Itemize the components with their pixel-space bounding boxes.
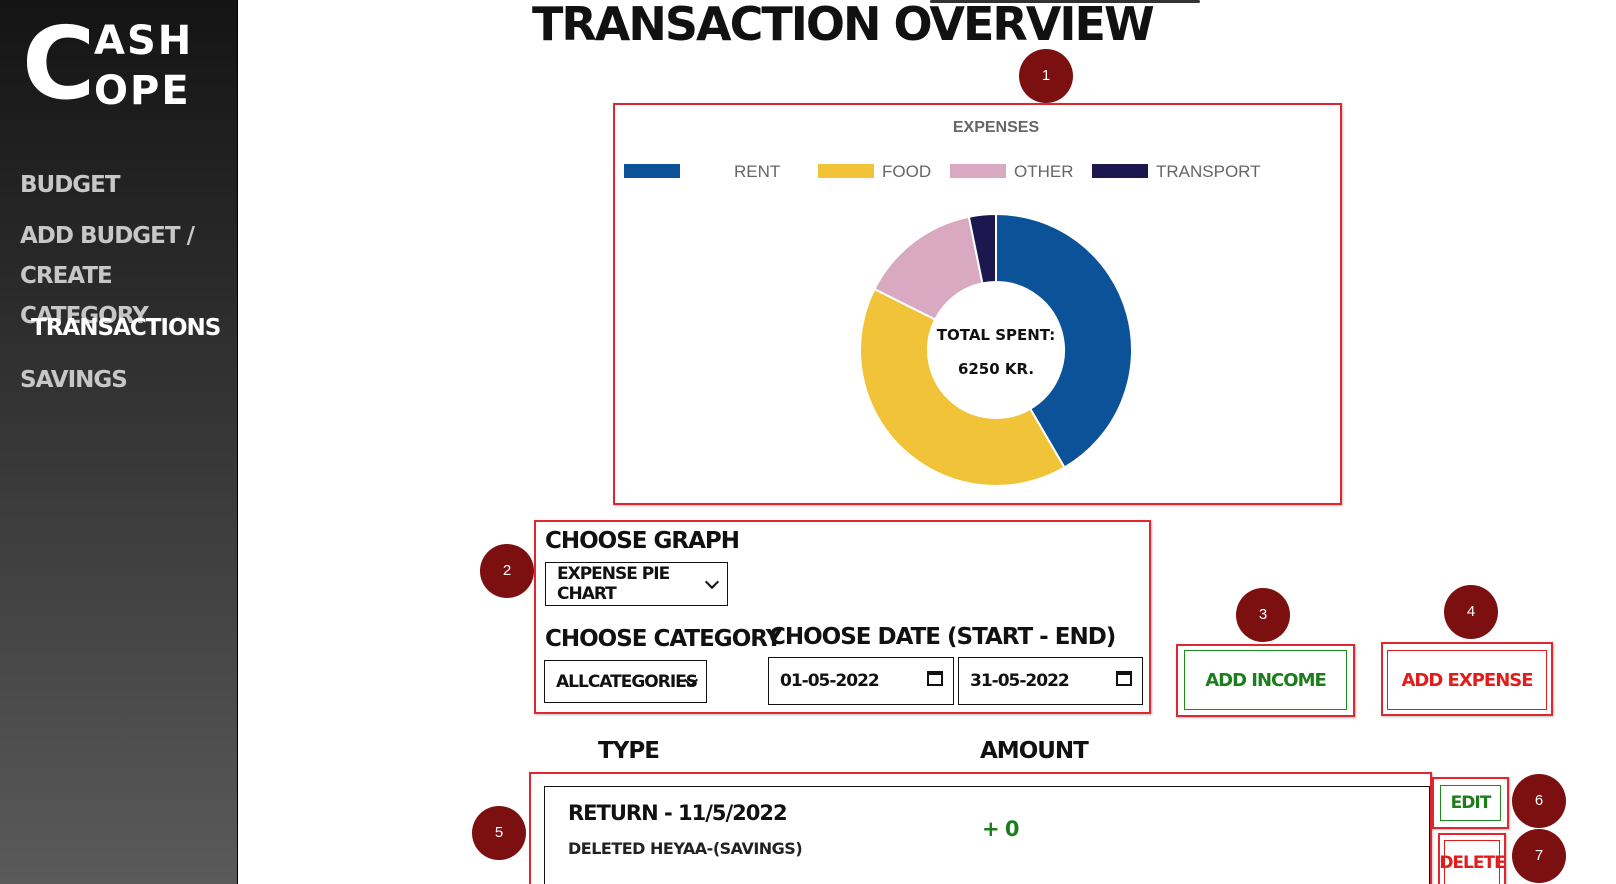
- legend-label-food[interactable]: FOOD: [882, 162, 931, 181]
- graph-select[interactable]: EXPENSE PIE CHART: [545, 562, 728, 606]
- legend-label-other[interactable]: OTHER: [1014, 162, 1074, 181]
- start-date-input[interactable]: 01-05-2022: [768, 657, 954, 705]
- sidebar-item-transactions[interactable]: TRANSACTIONS: [31, 308, 221, 348]
- annotation-badge-7: 7: [1512, 829, 1566, 883]
- graph-select-value: EXPENSE PIE CHART: [557, 564, 670, 604]
- table-row[interactable]: RETURN - 11/5/2022 DELETED HEYAA-(SAVING…: [544, 786, 1430, 884]
- add-expense-button[interactable]: ADD EXPENSE: [1387, 650, 1547, 710]
- choose-graph-label: CHOOSE GRAPH: [545, 528, 740, 554]
- chart-center-total-label: TOTAL SPENT:: [937, 326, 1055, 344]
- add-income-button[interactable]: ADD INCOME: [1184, 650, 1347, 710]
- annotation-badge-3: 3: [1236, 588, 1290, 642]
- expense-pie-chart: EXPENSES RENT FOOD OTHER TRANSPORT TOTAL SP…: [616, 104, 1338, 502]
- page-title: TRANSACTION OVERVIEW: [532, 0, 1155, 51]
- choose-category-label: CHOOSE CATEGORY: [545, 626, 782, 652]
- legend-label-transport[interactable]: TRANSPORT: [1156, 162, 1261, 181]
- annotation-badge-1: 1: [1019, 49, 1073, 103]
- choose-date-label: CHOOSE DATE (START - END): [769, 624, 1116, 650]
- legend-swatch-food[interactable]: [818, 164, 874, 178]
- sidebar-item-savings[interactable]: SAVINGS: [20, 360, 128, 400]
- end-date-input[interactable]: 31-05-2022: [958, 657, 1143, 705]
- annotation-badge-6: 6: [1512, 774, 1566, 828]
- category-select[interactable]: ALLCATEGORIES: [544, 660, 707, 703]
- legend-swatch-unlabeled[interactable]: [624, 164, 680, 178]
- edit-button[interactable]: EDIT: [1440, 785, 1501, 821]
- table-header-amount: AMOUNT: [980, 738, 1089, 764]
- end-date-value: 31-05-2022: [970, 671, 1070, 691]
- legend-swatch-other[interactable]: [950, 164, 1006, 178]
- delete-button[interactable]: DELETE: [1439, 840, 1506, 884]
- chart-center-total-value: 6250 KR.: [958, 360, 1034, 378]
- sidebar-item-budget[interactable]: BUDGET: [20, 165, 121, 205]
- logo-line-2: OPE: [94, 68, 191, 114]
- legend-swatch-transport[interactable]: [1092, 164, 1148, 178]
- logo-line-1: ASH: [94, 18, 194, 64]
- sidebar: C ASH OPE BUDGET ADD BUDGET / CREATE CAT…: [0, 0, 238, 884]
- annotation-badge-2: 2: [480, 544, 534, 598]
- transaction-type: RETURN - 11/5/2022: [568, 801, 788, 825]
- legend-label-rent[interactable]: RENT: [734, 162, 780, 181]
- annotation-badge-5: 5: [472, 806, 526, 860]
- logo-letter-c: C: [22, 5, 96, 122]
- calendar-icon[interactable]: [927, 671, 943, 686]
- transaction-amount: + 0: [982, 817, 1020, 841]
- table-header-type: TYPE: [598, 738, 660, 764]
- category-select-value: ALLCATEGORIES: [556, 671, 698, 692]
- cashcope-logo[interactable]: C ASH OPE: [22, 5, 202, 122]
- annotation-badge-4: 4: [1444, 585, 1498, 639]
- sidebar-item-add-budget[interactable]: ADD BUDGET /: [20, 216, 195, 256]
- transaction-note: DELETED HEYAA-(SAVINGS): [568, 839, 803, 858]
- start-date-value: 01-05-2022: [780, 671, 880, 691]
- pie-slice-food[interactable]: [859, 287, 1066, 487]
- calendar-icon[interactable]: [1116, 671, 1132, 686]
- chart-title: EXPENSES: [953, 119, 1040, 136]
